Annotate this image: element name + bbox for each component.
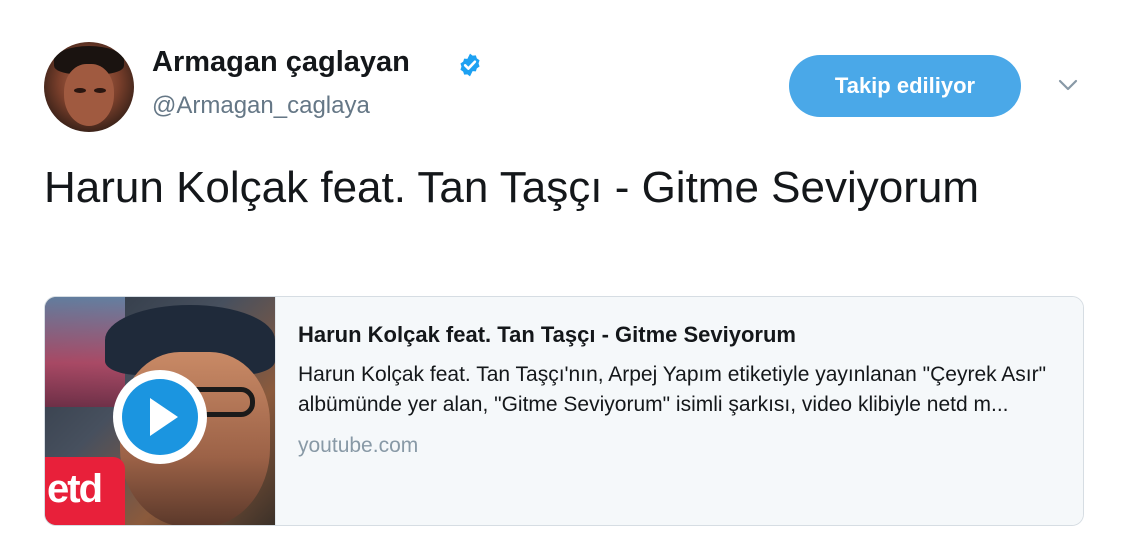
link-card[interactable]: etd Harun Kolçak feat. Tan Taşçı - Gitme… [44, 296, 1084, 526]
card-body[interactable]: Harun Kolçak feat. Tan Taşçı - Gitme Sev… [275, 297, 1083, 525]
tweet: Armagan çaglayan @Armagan_caglaya Takip … [0, 0, 1122, 555]
chevron-down-icon[interactable] [1056, 77, 1080, 93]
card-title[interactable]: Harun Kolçak feat. Tan Taşçı - Gitme Sev… [298, 321, 1078, 349]
netd-logo-text: etd [47, 467, 103, 511]
tweet-text: Harun Kolçak feat. Tan Taşçı - Gitme Sev… [44, 163, 979, 212]
author-name[interactable]: Armagan çaglayan [152, 46, 410, 79]
author-handle[interactable]: @Armagan_caglaya [152, 92, 370, 120]
card-domain: youtube.com [298, 434, 419, 457]
video-thumbnail[interactable]: etd [45, 297, 275, 525]
avatar[interactable] [44, 42, 134, 132]
play-icon[interactable] [110, 367, 210, 467]
following-button[interactable]: Takip ediliyor [789, 55, 1021, 117]
verified-badge-icon [460, 53, 480, 77]
card-description: Harun Kolçak feat. Tan Taşçı'nın, Arpej … [298, 363, 1047, 416]
